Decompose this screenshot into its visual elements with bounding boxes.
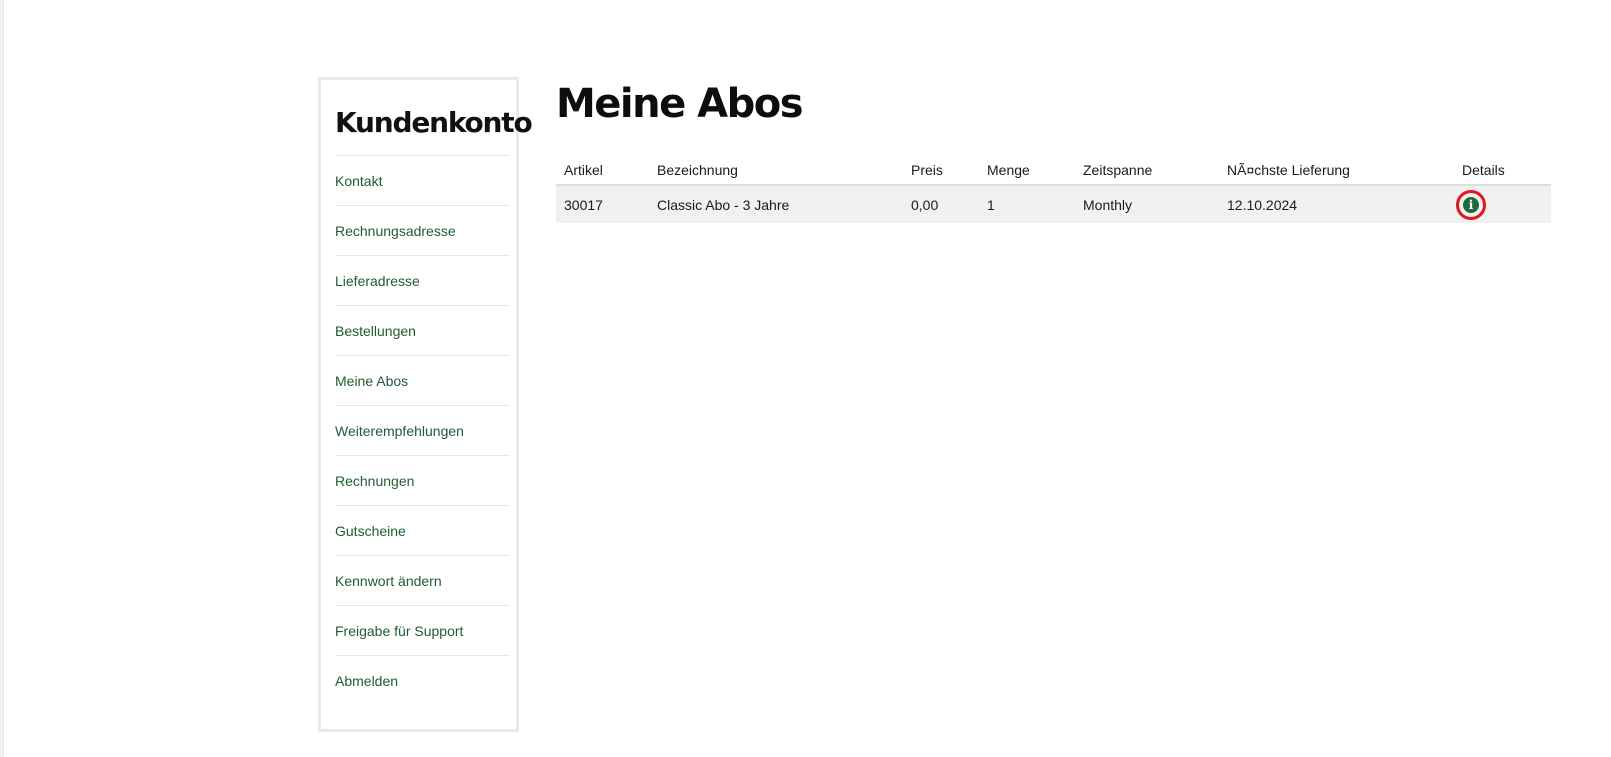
nav-item-rechnungen[interactable]: Rechnungen	[335, 455, 510, 505]
cell-bezeichnung: Classic Abo - 3 Jahre	[649, 185, 903, 223]
column-header-details: Details	[1454, 156, 1551, 186]
nav-item-meine-abos[interactable]: Meine Abos	[335, 355, 510, 405]
table-header-row: Artikel Bezeichnung Preis Menge Zeitspan…	[556, 156, 1551, 186]
nav-item-gutscheine[interactable]: Gutscheine	[335, 505, 510, 555]
nav-item-weiterempfehlungen[interactable]: Weiterempfehlungen	[335, 405, 510, 455]
cell-zeitspanne: Monthly	[1075, 185, 1219, 223]
column-header-bezeichnung: Bezeichnung	[649, 156, 903, 186]
nav-item-bestellungen[interactable]: Bestellungen	[335, 305, 510, 355]
cell-menge: 1	[979, 185, 1075, 223]
column-header-artikel: Artikel	[556, 156, 649, 186]
sidebar-title: Kundenkonto	[335, 106, 533, 139]
nav-item-abmelden[interactable]: Abmelden	[335, 655, 510, 705]
nav-item-freigabe-support[interactable]: Freigabe für Support	[335, 605, 510, 655]
account-sidebar: Kundenkonto Kontakt Rechnungsadresse Lie…	[318, 77, 533, 732]
column-header-menge: Menge	[979, 156, 1075, 186]
table-row: 30017 Classic Abo - 3 Jahre 0,00 1 Month…	[556, 185, 1551, 223]
nav-item-kontakt[interactable]: Kontakt	[335, 155, 510, 205]
cell-preis: 0,00	[903, 185, 979, 223]
cell-details: i	[1454, 185, 1551, 223]
left-scroll-edge	[0, 0, 4, 757]
column-header-preis: Preis	[903, 156, 979, 186]
page-title: Meine Abos	[556, 81, 804, 127]
nav-item-kennwort-aendern[interactable]: Kennwort ändern	[335, 555, 510, 605]
info-circle-icon[interactable]: i	[1463, 196, 1479, 213]
cell-naechste-lieferung: 12.10.2024	[1219, 185, 1454, 223]
main-content: Meine Abos Artikel Bezeichnung Preis Men…	[556, 76, 1551, 223]
cell-artikel: 30017	[556, 185, 649, 223]
nav-item-lieferadresse[interactable]: Lieferadresse	[335, 255, 510, 305]
nav-item-rechnungsadresse[interactable]: Rechnungsadresse	[335, 205, 510, 255]
column-header-naechste-lieferung: NÃ¤chste Lieferung	[1219, 156, 1454, 186]
details-highlight-ring: i	[1456, 189, 1486, 220]
column-header-zeitspanne: Zeitspanne	[1075, 156, 1219, 186]
subscriptions-table: Artikel Bezeichnung Preis Menge Zeitspan…	[556, 156, 1551, 223]
account-nav: Kontakt Rechnungsadresse Lieferadresse B…	[335, 155, 510, 705]
